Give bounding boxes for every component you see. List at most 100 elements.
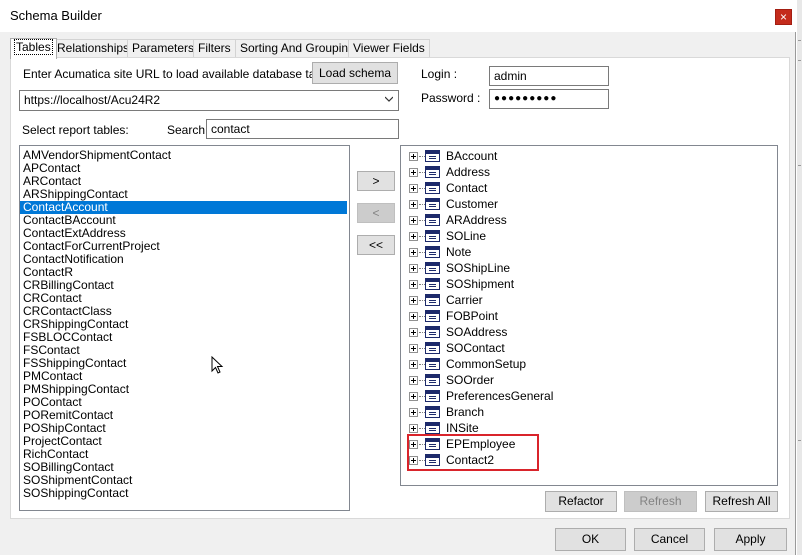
highlight-annotation bbox=[407, 434, 539, 471]
tab-label: Relationships bbox=[57, 41, 130, 55]
table-icon bbox=[425, 422, 440, 434]
password-field[interactable]: ●●●●●●●●● bbox=[489, 89, 609, 109]
site-url-dropdown[interactable]: https://localhost/Acu24R2 bbox=[19, 90, 399, 111]
mouse-pointer-icon bbox=[211, 356, 224, 374]
window-title: Schema Builder bbox=[10, 8, 102, 23]
add-table-button[interactable]: > bbox=[357, 171, 395, 191]
refresh-button[interactable]: Refresh bbox=[624, 491, 697, 512]
table-icon bbox=[425, 198, 440, 210]
refactor-button[interactable]: Refactor bbox=[545, 491, 617, 512]
tab-viewer-fields[interactable]: Viewer Fields bbox=[348, 39, 430, 57]
expand-icon[interactable] bbox=[409, 168, 418, 177]
background-window-edge bbox=[797, 0, 802, 555]
tree-node-label: SOShipment bbox=[446, 277, 515, 291]
expand-icon[interactable] bbox=[409, 312, 418, 321]
load-schema-button[interactable]: Load schema bbox=[312, 62, 398, 84]
expand-icon[interactable] bbox=[409, 264, 418, 273]
password-label: Password : bbox=[421, 91, 481, 105]
tree-node-label: Branch bbox=[446, 405, 485, 419]
tab-tables[interactable]: Tables bbox=[10, 38, 57, 59]
close-icon: × bbox=[779, 10, 787, 24]
expand-icon[interactable] bbox=[409, 152, 418, 161]
tree-node-label: PreferencesGeneral bbox=[446, 389, 554, 403]
tree-node-label: Contact bbox=[446, 181, 488, 195]
tree-node-label: SOLine bbox=[446, 229, 487, 243]
table-icon bbox=[425, 406, 440, 418]
expand-icon[interactable] bbox=[409, 280, 418, 289]
tree-node-label: SOContact bbox=[446, 341, 505, 355]
tree-node-label: BAccount bbox=[446, 149, 498, 163]
edge-tick bbox=[798, 165, 801, 166]
expand-icon[interactable] bbox=[409, 216, 418, 225]
report-tables-items: AMVendorShipmentContact APContact ARContac… bbox=[20, 146, 349, 500]
expand-icon[interactable] bbox=[409, 328, 418, 337]
tab-label: Tables bbox=[14, 39, 53, 55]
table-icon bbox=[425, 182, 440, 194]
expand-icon[interactable] bbox=[409, 200, 418, 209]
table-icon bbox=[425, 262, 440, 274]
table-icon bbox=[425, 390, 440, 402]
tree-node-label: ARAddress bbox=[446, 213, 507, 227]
expand-icon[interactable] bbox=[409, 248, 418, 257]
expand-icon[interactable] bbox=[409, 360, 418, 369]
report-tables-list[interactable]: AMVendorShipmentContact APContact ARContac… bbox=[19, 145, 350, 511]
site-url-prompt: Enter Acumatica site URL to load availab… bbox=[23, 67, 341, 81]
tree-node-label: SOOrder bbox=[446, 373, 495, 387]
table-icon bbox=[425, 278, 440, 290]
table-icon bbox=[425, 214, 440, 226]
tree-node-label: SOAddress bbox=[446, 325, 508, 339]
tab-parameters[interactable]: Parameters bbox=[127, 39, 200, 57]
tree-node-label: Carrier bbox=[446, 293, 483, 307]
remove-table-button[interactable]: < bbox=[357, 203, 395, 223]
search-label: Search: bbox=[167, 123, 209, 137]
expand-icon[interactable] bbox=[409, 376, 418, 385]
tab-label: Filters bbox=[198, 41, 231, 55]
table-icon bbox=[425, 246, 440, 258]
tab-filters[interactable]: Filters bbox=[193, 39, 236, 57]
tree-node-label: SOShipLine bbox=[446, 261, 511, 275]
apply-button[interactable]: Apply bbox=[714, 528, 787, 551]
table-icon bbox=[425, 310, 440, 322]
tab-label: Parameters bbox=[132, 41, 195, 55]
expand-icon[interactable] bbox=[409, 392, 418, 401]
tree-node-label: Note bbox=[446, 245, 472, 259]
table-icon bbox=[425, 342, 440, 354]
ok-button[interactable]: OK bbox=[555, 528, 626, 551]
site-url-value: https://localhost/Acu24R2 bbox=[24, 93, 161, 107]
tab-relationships[interactable]: Relationships bbox=[52, 39, 135, 57]
expand-icon[interactable] bbox=[409, 296, 418, 305]
select-report-tables-label: Select report tables: bbox=[22, 123, 129, 137]
tree-node-label: FOBPoint bbox=[446, 309, 499, 323]
tree-node-label: Address bbox=[446, 165, 491, 179]
tab-label: Sorting And Grouping bbox=[240, 41, 355, 55]
table-icon bbox=[425, 230, 440, 242]
edge-tick bbox=[798, 60, 801, 61]
login-field[interactable]: admin bbox=[489, 66, 609, 86]
table-icon bbox=[425, 166, 440, 178]
schema-builder-dialog: Schema Builder × Tables Relationships Pa… bbox=[0, 0, 796, 555]
expand-icon[interactable] bbox=[409, 424, 418, 433]
close-button[interactable]: × bbox=[775, 9, 792, 25]
expand-icon[interactable] bbox=[409, 344, 418, 353]
title-bar: Schema Builder × bbox=[0, 0, 796, 32]
tree-node-label: INSite bbox=[446, 421, 479, 435]
table-icon bbox=[425, 374, 440, 386]
refresh-all-button[interactable]: Refresh All bbox=[705, 491, 778, 512]
chevron-down-icon bbox=[385, 96, 393, 102]
tree-node-label: CommonSetup bbox=[446, 357, 527, 371]
table-icon bbox=[425, 294, 440, 306]
expand-icon[interactable] bbox=[409, 408, 418, 417]
edge-tick bbox=[798, 40, 801, 41]
cancel-button[interactable]: Cancel bbox=[634, 528, 705, 551]
tab-label: Viewer Fields bbox=[353, 41, 425, 55]
remove-all-tables-button[interactable]: << bbox=[357, 235, 395, 255]
login-label: Login : bbox=[421, 67, 458, 81]
edge-tick bbox=[798, 440, 801, 441]
list-item[interactable]: SOShippingContact bbox=[20, 487, 349, 500]
expand-icon[interactable] bbox=[409, 184, 418, 193]
search-input[interactable]: contact bbox=[206, 119, 399, 139]
expand-icon[interactable] bbox=[409, 232, 418, 241]
table-icon bbox=[425, 358, 440, 370]
tab-sorting-and-grouping[interactable]: Sorting And Grouping bbox=[235, 39, 360, 57]
table-icon bbox=[425, 150, 440, 162]
